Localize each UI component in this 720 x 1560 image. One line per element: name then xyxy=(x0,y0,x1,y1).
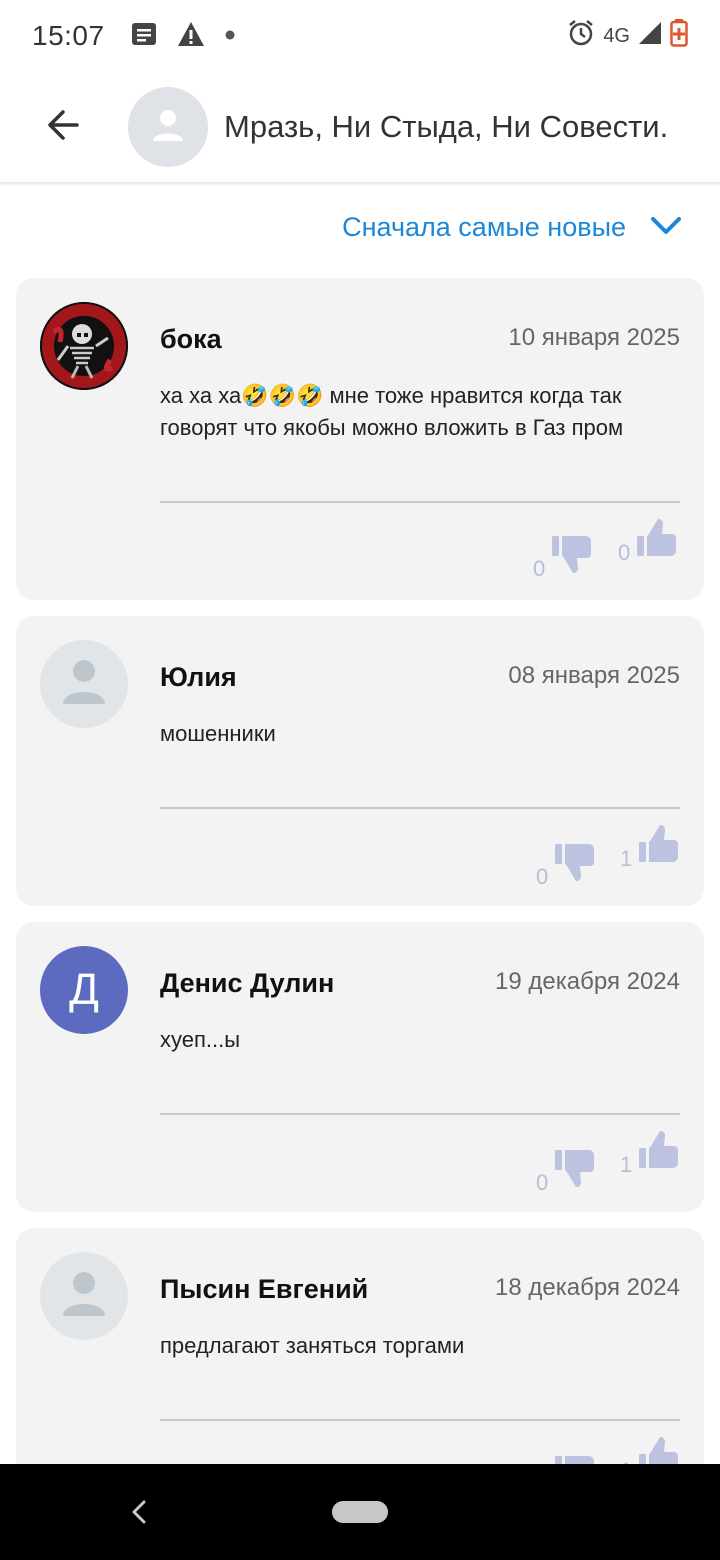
divider xyxy=(160,1419,680,1421)
chevron-down-icon xyxy=(650,212,682,243)
header-avatar xyxy=(128,87,208,167)
like-button[interactable]: 1 xyxy=(620,1130,680,1176)
thumbs-up-icon xyxy=(638,1130,680,1176)
thumbs-up-icon xyxy=(638,824,680,870)
page-title: Мразь, Ни Стыда, Ни Совести. xyxy=(224,109,669,144)
thumbs-up-icon xyxy=(636,518,678,564)
alert-icon xyxy=(177,21,205,52)
status-bar: 15:07 4G xyxy=(0,0,720,72)
like-count: 1 xyxy=(620,846,633,871)
divider xyxy=(160,501,680,503)
sort-dropdown[interactable]: Сначала самые новые xyxy=(342,200,682,254)
like-count: 1 xyxy=(620,1152,633,1177)
avatar-letter: Д xyxy=(69,965,99,1014)
dislike-count: 0 xyxy=(536,864,549,889)
status-system-icons: 4G xyxy=(567,19,688,53)
back-button[interactable] xyxy=(30,94,96,160)
user-placeholder-icon xyxy=(54,1264,114,1329)
app-header: Мразь, Ни Стыда, Ни Совести. xyxy=(0,72,720,182)
user-placeholder-icon xyxy=(54,652,114,717)
like-button[interactable]: 1 xyxy=(620,824,680,870)
avatar[interactable] xyxy=(40,640,128,728)
arrow-left-icon xyxy=(46,108,80,147)
comment-date: 10 января 2025 xyxy=(508,324,680,351)
author-name: бока xyxy=(160,324,222,354)
comment-text: хуеп...ы xyxy=(160,1027,241,1052)
comment-date: 08 января 2025 xyxy=(508,662,680,689)
status-time: 15:07 xyxy=(32,20,105,51)
thumbs-down-icon xyxy=(554,1148,596,1194)
author-name: Пысин Евгений xyxy=(160,1274,369,1304)
comment-date: 18 декабря 2024 xyxy=(495,1274,680,1301)
dislike-button[interactable]: 0 xyxy=(536,842,596,888)
like-count: 0 xyxy=(618,540,631,565)
comment-date: 19 декабря 2024 xyxy=(495,968,680,995)
network-type: 4G xyxy=(603,24,630,47)
thumbs-down-icon xyxy=(551,534,593,580)
comment-text: мошенники xyxy=(160,721,276,746)
author-name: Юлия xyxy=(160,662,237,692)
divider xyxy=(160,807,680,809)
signal-icon xyxy=(638,21,662,51)
dislike-count: 0 xyxy=(536,1170,549,1195)
divider xyxy=(160,1113,680,1115)
battery-icon xyxy=(670,19,688,53)
nav-home-pill[interactable] xyxy=(332,1501,388,1523)
status-notification-icons xyxy=(131,21,235,52)
avatar[interactable] xyxy=(40,1252,128,1340)
like-button[interactable]: 0 xyxy=(618,518,678,564)
dislike-button[interactable]: 0 xyxy=(533,534,593,580)
comment-card: бока 10 января 2025 ха ха ха🤣🤣🤣 мне тоже… xyxy=(16,278,704,600)
comment-card: Юлия 08 января 2025 мошенники 0 1 xyxy=(16,616,704,906)
avatar[interactable] xyxy=(40,302,128,390)
nav-back-icon[interactable] xyxy=(124,1494,154,1530)
sort-label: Сначала самые новые xyxy=(342,211,626,242)
message-icon xyxy=(131,22,157,51)
dislike-button[interactable]: 0 xyxy=(536,1148,596,1194)
avatar[interactable]: Д xyxy=(40,946,128,1034)
dot-icon xyxy=(225,27,235,45)
system-nav-bar xyxy=(0,1464,720,1560)
comment-text: ха ха ха🤣🤣🤣 мне тоже нравится когда так … xyxy=(160,383,624,440)
dislike-count: 0 xyxy=(533,556,546,581)
comment-card: Д Денис Дулин 19 декабря 2024 хуеп...ы 0… xyxy=(16,922,704,1212)
alarm-icon xyxy=(567,19,595,53)
comment-text: предлагают заняться торгами xyxy=(160,1333,465,1358)
thumbs-down-icon xyxy=(554,842,596,888)
user-placeholder-icon xyxy=(148,105,188,150)
author-name: Денис Дулин xyxy=(160,968,335,998)
